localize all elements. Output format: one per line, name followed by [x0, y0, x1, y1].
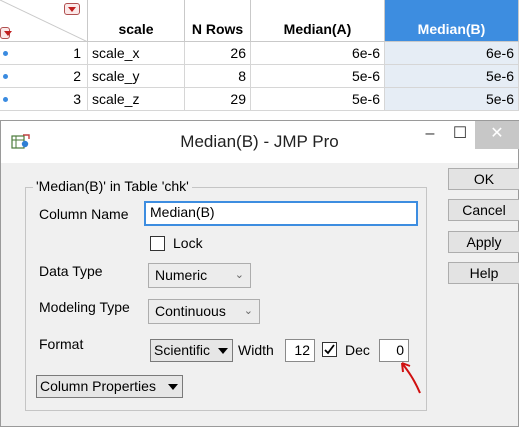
- format-value: Scientific: [154, 342, 211, 358]
- group-title: 'Median(B)' in Table 'chk': [33, 178, 192, 194]
- cell-median-a[interactable]: 5e-6: [251, 65, 385, 88]
- data-type-label: Data Type: [39, 263, 103, 279]
- lock-label: Lock: [173, 235, 203, 251]
- column-header-median-a[interactable]: Median(A): [251, 0, 385, 42]
- close-button[interactable]: ✕: [475, 121, 519, 149]
- cell-median-a[interactable]: 6e-6: [251, 42, 385, 65]
- cell-n-rows[interactable]: 29: [185, 88, 251, 111]
- row-red-triangle-menu-icon[interactable]: [0, 27, 12, 39]
- width-field[interactable]: 12: [285, 339, 315, 362]
- data-type-value: Numeric: [155, 267, 208, 283]
- help-button[interactable]: Help: [448, 262, 519, 284]
- dec-label: Dec: [345, 342, 370, 358]
- row-number: 3: [0, 88, 88, 111]
- cell-median-b[interactable]: 5e-6: [385, 65, 519, 88]
- cell-n-rows[interactable]: 8: [185, 65, 251, 88]
- cell-median-a[interactable]: 5e-6: [251, 88, 385, 111]
- dropdown-triangle-icon: [218, 348, 228, 354]
- format-select[interactable]: Scientific: [150, 339, 233, 362]
- table-row[interactable]: 2 scale_y 8 5e-6 5e-6: [0, 65, 519, 88]
- dialog-title-bar[interactable]: Median(B) - JMP Pro – ☐ ✕: [1, 121, 519, 163]
- cell-scale[interactable]: scale_y: [88, 65, 185, 88]
- column-properties-button[interactable]: Column Properties: [36, 375, 183, 398]
- table-row[interactable]: 1 scale_x 26 6e-6 6e-6: [0, 42, 519, 65]
- cell-median-b[interactable]: 5e-6: [385, 88, 519, 111]
- cell-n-rows[interactable]: 26: [185, 42, 251, 65]
- minimize-button[interactable]: –: [413, 121, 447, 149]
- column-properties-label: Column Properties: [40, 378, 156, 394]
- row-number: 2: [0, 65, 88, 88]
- table-row[interactable]: 3 scale_z 29 5e-6 5e-6: [0, 88, 519, 111]
- column-header-n-rows[interactable]: N Rows: [185, 0, 251, 42]
- dec-checkbox[interactable]: [322, 342, 337, 357]
- row-number: 1: [0, 42, 88, 65]
- modeling-type-label: Modeling Type: [39, 299, 130, 315]
- chevron-down-icon: ⌄: [234, 269, 244, 281]
- data-table: scale N Rows Median(A) Median(B) 1 scale…: [0, 0, 519, 122]
- column-info-dialog: Median(B) - JMP Pro – ☐ ✕ 'Median(B)' in…: [0, 120, 519, 427]
- format-label: Format: [39, 336, 84, 352]
- column-header-median-b[interactable]: Median(B): [385, 0, 519, 42]
- data-type-select[interactable]: Numeric ⌄: [148, 263, 251, 288]
- column-red-triangle-menu-icon[interactable]: [64, 3, 80, 15]
- column-name-label: Column Name: [39, 206, 129, 222]
- column-name-field[interactable]: Median(B): [144, 201, 418, 226]
- red-arrow-annotation-icon: [401, 362, 421, 394]
- lock-checkbox[interactable]: [150, 236, 165, 251]
- maximize-button[interactable]: ☐: [443, 121, 477, 149]
- width-label: Width: [238, 342, 274, 358]
- cell-median-b[interactable]: 6e-6: [385, 42, 519, 65]
- checkmark-icon: [324, 344, 335, 355]
- modeling-type-value: Continuous: [155, 303, 226, 319]
- column-header-scale[interactable]: scale: [88, 0, 185, 42]
- chevron-down-icon: ⌄: [243, 305, 253, 317]
- cell-scale[interactable]: scale_z: [88, 88, 185, 111]
- modeling-type-select[interactable]: Continuous ⌄: [148, 299, 260, 324]
- cell-scale[interactable]: scale_x: [88, 42, 185, 65]
- cancel-button[interactable]: Cancel: [448, 199, 519, 221]
- dropdown-triangle-icon: [168, 384, 178, 390]
- apply-button[interactable]: Apply: [448, 231, 519, 253]
- ok-button[interactable]: OK: [448, 168, 519, 190]
